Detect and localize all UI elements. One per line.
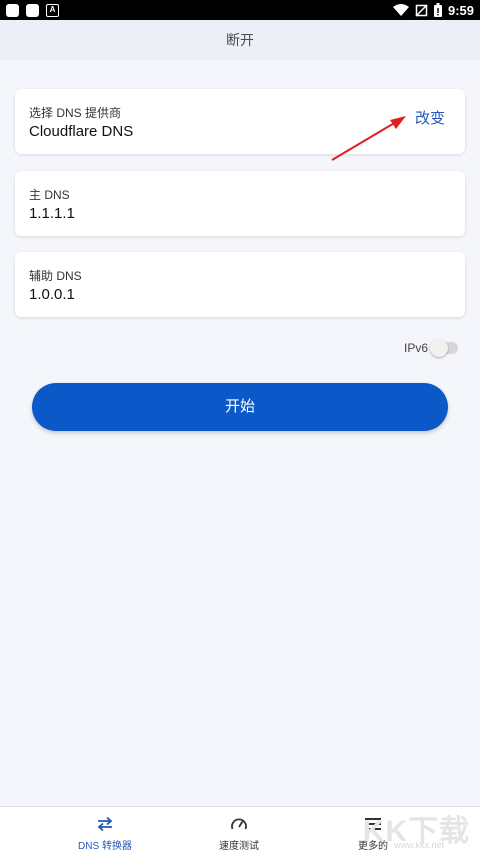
primary-dns-value[interactable]: 1.1.1.1 [29,205,75,222]
nav-label: DNS 转换器 [78,841,132,852]
page-title: 断开 [226,32,254,48]
notification-icon [26,4,39,17]
nav-item-speed-test[interactable]: 速度测试 [172,807,306,852]
ipv6-row: IPv6 [404,339,458,357]
wifi-icon [392,4,409,16]
battery-icon [433,3,442,17]
notification-a-icon: A [46,4,59,17]
swap-arrows-icon [97,816,113,832]
start-button[interactable]: 开始 [32,383,448,431]
secondary-dns-value[interactable]: 1.0.0.1 [29,286,75,303]
nav-item-dns-changer[interactable]: DNS 转换器 [38,807,172,852]
change-provider-button[interactable]: 改变 [415,107,445,128]
nav-label: 速度测试 [219,841,259,852]
no-sim-icon [415,3,428,17]
secondary-dns-label: 辅助 DNS [29,269,82,283]
speedometer-icon [231,818,247,830]
ipv6-toggle[interactable] [430,339,458,357]
watermark-url: www.kkx.net [393,840,444,850]
ipv6-label: IPv6 [403,341,428,355]
toggle-knob [430,339,448,357]
primary-dns-card[interactable]: 主 DNS 1.1.1.1 [15,171,465,236]
primary-dns-label: 主 DNS [29,188,70,202]
annotation-arrow [331,116,406,161]
secondary-dns-card[interactable]: 辅助 DNS 1.0.0.1 [15,252,465,317]
provider-value: Cloudflare DNS [29,123,134,140]
header: 断开 [0,20,480,60]
provider-label: 选择 DNS 提供商 [29,106,122,120]
clock: 9:59 [447,2,474,18]
status-bar: A 9:59 [0,0,480,20]
watermark: KK下载 www.kkx.net [354,806,474,852]
notification-icon [6,4,19,17]
